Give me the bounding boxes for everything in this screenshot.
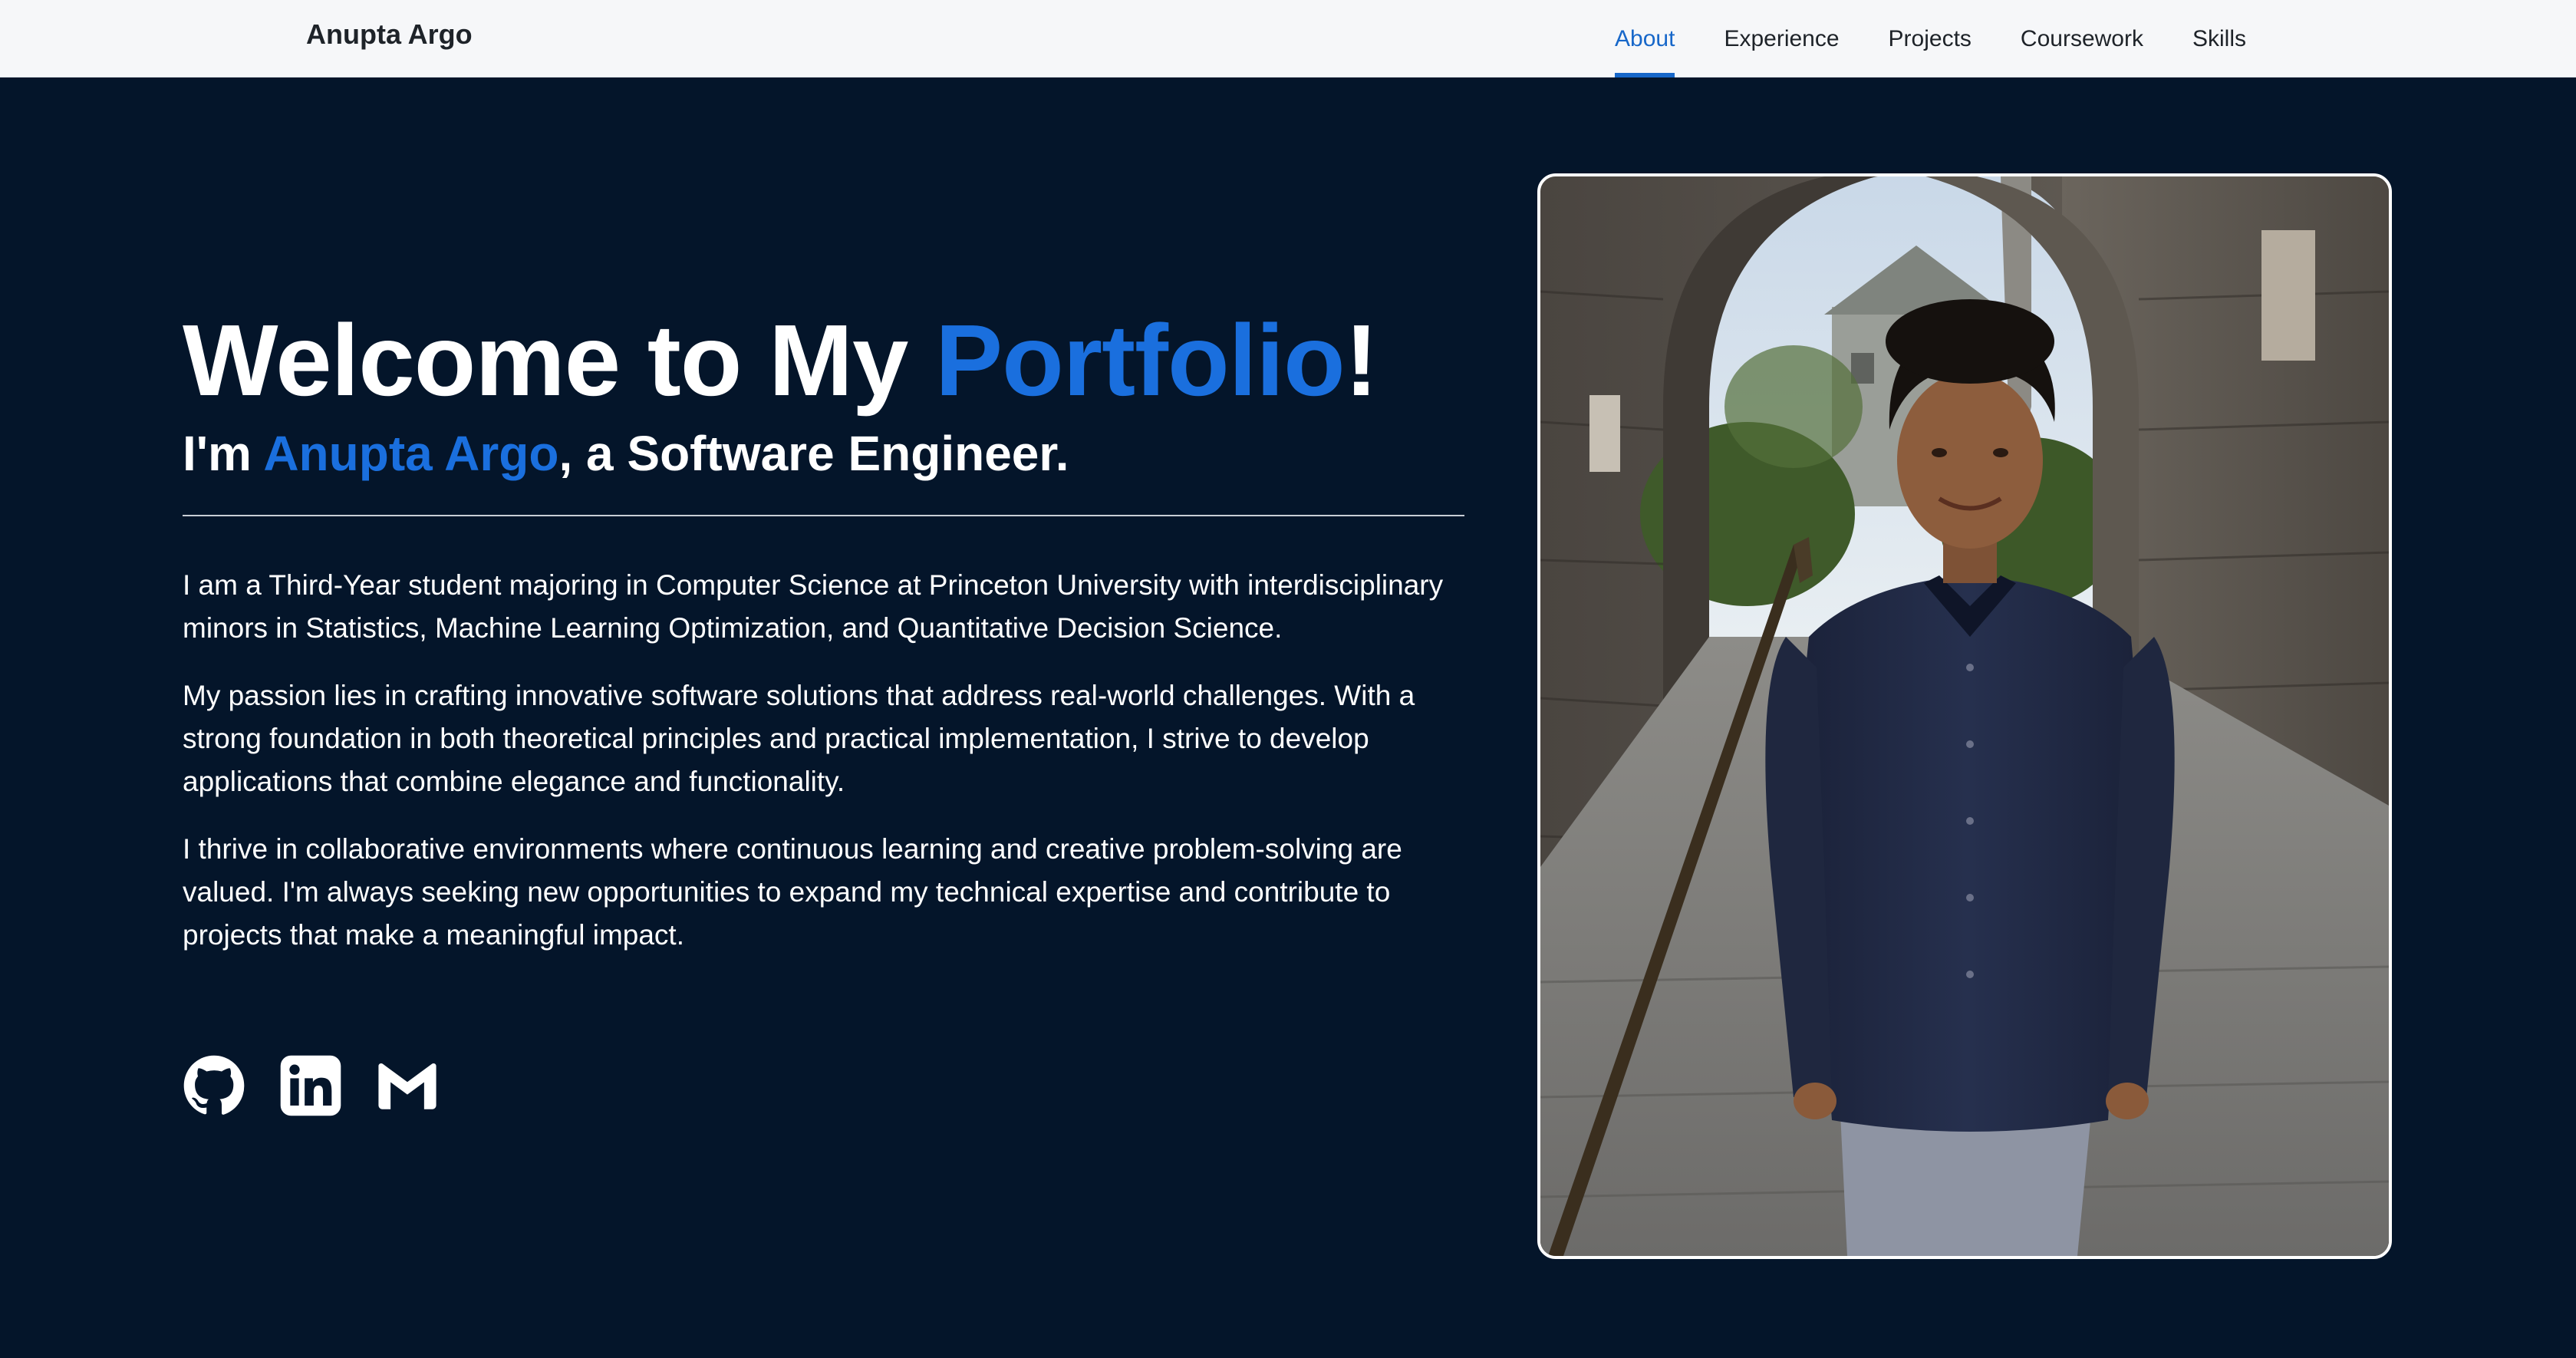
portrait-image — [1540, 176, 2389, 1256]
intro-subheadline: I'm Anupta Argo, a Software Engineer. — [183, 423, 1465, 484]
bio-paragraph: I thrive in collaborative environments w… — [183, 833, 1402, 951]
welcome-headline: Welcome to My Portfolio! — [183, 303, 1465, 418]
sub-suffix: , a Software Engineer. — [558, 426, 1069, 481]
bio-paragraph: My passion lies in crafting innovative s… — [183, 680, 1415, 797]
gmail-icon[interactable] — [376, 1054, 439, 1117]
headline-accent: Portfolio — [935, 304, 1346, 417]
social-links — [183, 1054, 439, 1117]
headline-suffix: ! — [1344, 304, 1379, 417]
linkedin-icon[interactable] — [279, 1054, 342, 1117]
hero-section: Welcome to My Portfolio! I'm Anupta Argo… — [183, 303, 1465, 981]
nav-item-experience[interactable]: Experience — [1699, 0, 1863, 77]
github-icon[interactable] — [183, 1054, 245, 1117]
bio-text: I am a Third-Year student majoring in Co… — [183, 564, 1465, 957]
sub-prefix: I'm — [183, 426, 264, 481]
top-navbar: Anupta Argo About Experience Projects Co… — [0, 0, 2576, 77]
nav-links: About Experience Projects Coursework Ski… — [1590, 0, 2271, 77]
headline-prefix: Welcome to My — [183, 304, 936, 417]
hero-divider — [183, 515, 1464, 516]
nav-item-coursework[interactable]: Coursework — [1996, 0, 2168, 77]
brand-name[interactable]: Anupta Argo — [306, 18, 473, 51]
nav-item-projects[interactable]: Projects — [1864, 0, 1996, 77]
bio-paragraph: I am a Third-Year student majoring in Co… — [183, 569, 1444, 644]
profile-photo — [1537, 173, 2392, 1259]
nav-item-about[interactable]: About — [1590, 0, 1699, 77]
nav-item-skills[interactable]: Skills — [2168, 0, 2271, 77]
sub-name: Anupta Argo — [263, 426, 559, 481]
